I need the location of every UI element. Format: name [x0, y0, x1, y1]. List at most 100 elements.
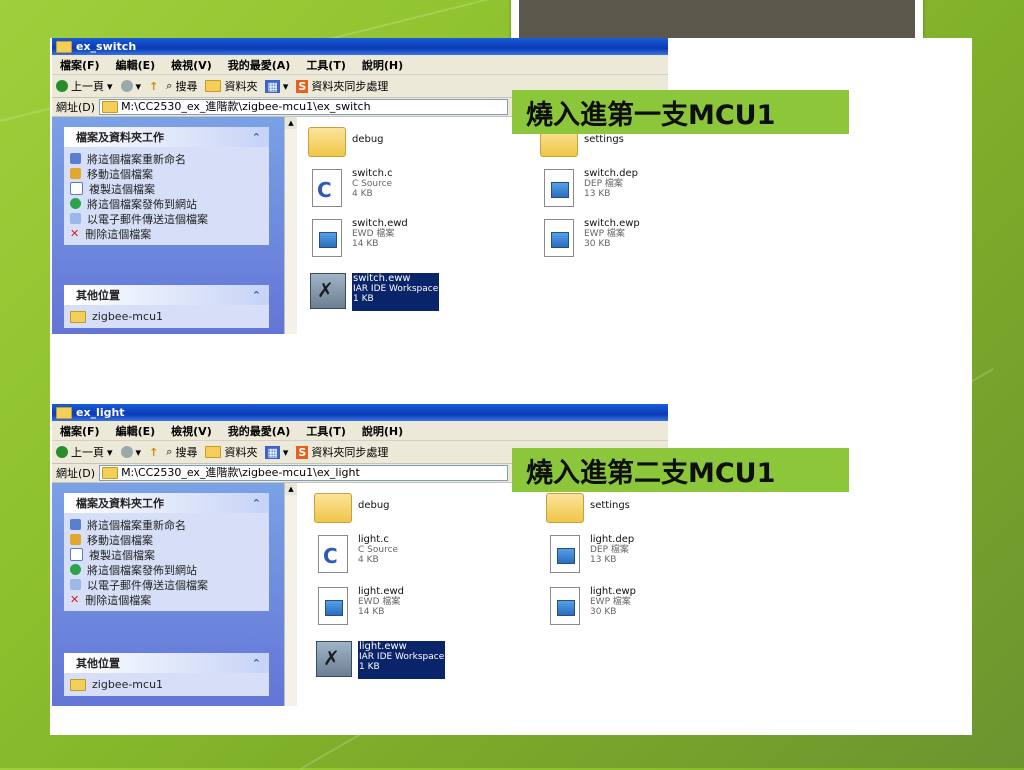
folders-label: 資料夾 [224, 80, 258, 93]
views-button[interactable]: ▦ ▾ [265, 445, 288, 459]
file-item[interactable]: debug [314, 487, 390, 525]
other-places-header[interactable]: 其他位置 ⌃ [64, 653, 269, 673]
c-source-icon: C [312, 169, 342, 207]
up-folder-button[interactable]: ↑ [149, 80, 158, 93]
file-item[interactable]: switch.ewp EWP 檔案 30 KB [540, 219, 640, 257]
folders-label: 資料夾 [224, 446, 258, 459]
sync-button[interactable]: S 資料夾同步處理 [296, 78, 388, 94]
place-label: zigbee-mcu1 [92, 678, 164, 691]
back-button[interactable]: 上一頁 ▾ [56, 78, 113, 94]
address-input[interactable]: M:\CC2530_ex_進階款\zigbee-mcu1\ex_light [99, 465, 508, 481]
task-publish[interactable]: 將這個檔案發佈到網站 [70, 196, 263, 211]
file-item[interactable]: switch.dep DEP 檔案 13 KB [540, 169, 638, 207]
task-delete[interactable]: ✕ 刪除這個檔案 [70, 226, 263, 241]
folder-icon [314, 493, 352, 523]
address-value: M:\CC2530_ex_進階款\zigbee-mcu1\ex_light [121, 466, 360, 479]
task-move[interactable]: 移動這個檔案 [70, 166, 263, 181]
menu-help[interactable]: 說明(H) [362, 57, 403, 73]
search-button[interactable]: ⌕ 搜尋 [166, 444, 197, 460]
workspace-icon: ✗ [316, 641, 352, 677]
folder-icon [56, 40, 72, 53]
task-email[interactable]: 以電子郵件傳送這個檔案 [70, 211, 263, 226]
menu-favorites[interactable]: 我的最愛(A) [228, 57, 291, 73]
file-item[interactable]: light.ewd EWD 檔案 14 KB [314, 587, 404, 625]
task-copy[interactable]: 複製這個檔案 [70, 547, 263, 562]
place-label: zigbee-mcu1 [92, 310, 164, 323]
task-label: 將這個檔案發佈到網站 [87, 197, 197, 211]
task-label: 移動這個檔案 [87, 167, 153, 181]
menu-view[interactable]: 檢視(V) [171, 57, 212, 73]
file-tasks-header[interactable]: 檔案及資料夾工作 ⌃ [64, 127, 269, 147]
title-bar: ex_light [52, 404, 668, 421]
forward-button[interactable]: ▾ [120, 446, 141, 459]
collapse-icon[interactable]: ⌃ [252, 657, 261, 670]
scrollbar[interactable]: ▲ [284, 483, 297, 706]
forward-button[interactable]: ▾ [120, 80, 141, 93]
move-icon [70, 534, 81, 545]
scroll-up-icon[interactable]: ▲ [285, 117, 297, 129]
task-email[interactable]: 以電子郵件傳送這個檔案 [70, 577, 263, 592]
collapse-icon[interactable]: ⌃ [252, 497, 261, 510]
task-delete[interactable]: ✕ 刪除這個檔案 [70, 592, 263, 607]
file-type: IAR IDE Workspace [353, 284, 439, 294]
file-item-selected[interactable]: ✗ switch.eww IAR IDE Workspace 1 KB [308, 273, 440, 311]
place-zigbee-mcu1[interactable]: zigbee-mcu1 [70, 309, 263, 324]
place-zigbee-mcu1[interactable]: zigbee-mcu1 [70, 677, 263, 692]
file-name: light.ewp [590, 586, 637, 597]
search-button[interactable]: ⌕ 搜尋 [166, 78, 197, 94]
file-item[interactable]: light.dep DEP 檔案 13 KB [546, 535, 634, 573]
back-arrow-icon [56, 446, 68, 458]
menu-file[interactable]: 檔案(F) [60, 57, 100, 73]
collapse-icon[interactable]: ⌃ [252, 289, 261, 302]
menu-help[interactable]: 說明(H) [362, 423, 403, 439]
window-title: ex_light [76, 406, 125, 419]
file-item[interactable]: switch.ewd EWD 檔案 14 KB [308, 219, 408, 257]
task-label: 以電子郵件傳送這個檔案 [87, 212, 208, 226]
other-places-header[interactable]: 其他位置 ⌃ [64, 285, 269, 305]
file-item[interactable]: settings [546, 487, 630, 525]
file-item[interactable]: Cswitch.c C Source 4 KB [308, 169, 393, 207]
file-item[interactable]: debug [308, 121, 384, 159]
file-item-selected[interactable]: ✗ light.eww IAR IDE Workspace 1 KB [314, 641, 446, 679]
up-folder-button[interactable]: ↑ [149, 446, 158, 459]
search-icon: ⌕ [166, 79, 173, 92]
file-item[interactable]: Clight.c C Source 4 KB [314, 535, 398, 573]
sync-icon: S [296, 445, 309, 459]
file-size: 30 KB [584, 239, 611, 249]
task-publish[interactable]: 將這個檔案發佈到網站 [70, 562, 263, 577]
file-size: 13 KB [590, 555, 617, 565]
folders-button[interactable]: 資料夾 [205, 444, 257, 460]
menu-tools[interactable]: 工具(T) [306, 423, 346, 439]
menu-edit[interactable]: 編輯(E) [116, 57, 156, 73]
menu-tools[interactable]: 工具(T) [306, 57, 346, 73]
folders-button[interactable]: 資料夾 [205, 78, 257, 94]
window-body: 檔案及資料夾工作 ⌃ 將這個檔案重新命名 移動這個檔案 複製這個檔案 將這個檔案發… [52, 117, 668, 334]
task-move[interactable]: 移動這個檔案 [70, 532, 263, 547]
file-tasks-header[interactable]: 檔案及資料夾工作 ⌃ [64, 493, 269, 513]
views-button[interactable]: ▦ ▾ [265, 79, 288, 93]
file-name: debug [358, 500, 390, 511]
menu-view[interactable]: 檢視(V) [171, 423, 212, 439]
back-button[interactable]: 上一頁 ▾ [56, 444, 113, 460]
file-type: EWD 檔案 [358, 597, 401, 607]
folder-icon [205, 80, 222, 92]
collapse-icon[interactable]: ⌃ [252, 131, 261, 144]
explorer-window-switch: ex_switch 檔案(F) 編輯(E) 檢視(V) 我的最愛(A) 工具(T… [52, 38, 668, 352]
sync-button[interactable]: S 資料夾同步處理 [296, 444, 388, 460]
file-name: debug [352, 134, 384, 145]
address-input[interactable]: M:\CC2530_ex_進階款\zigbee-mcu1\ex_switch [99, 99, 508, 115]
menu-favorites[interactable]: 我的最愛(A) [228, 423, 291, 439]
file-item[interactable]: light.ewp EWP 檔案 30 KB [546, 587, 636, 625]
file-size: 1 KB [353, 294, 374, 304]
up-folder-icon: ↑ [149, 79, 159, 93]
task-rename[interactable]: 將這個檔案重新命名 [70, 517, 263, 532]
task-copy[interactable]: 複製這個檔案 [70, 181, 263, 196]
sync-label: 資料夾同步處理 [311, 80, 389, 93]
task-rename[interactable]: 將這個檔案重新命名 [70, 151, 263, 166]
rename-icon [70, 519, 81, 530]
scroll-up-icon[interactable]: ▲ [285, 483, 297, 495]
scrollbar[interactable]: ▲ [284, 117, 297, 334]
menu-edit[interactable]: 編輯(E) [116, 423, 156, 439]
menu-file[interactable]: 檔案(F) [60, 423, 100, 439]
file-size: 4 KB [352, 189, 373, 199]
